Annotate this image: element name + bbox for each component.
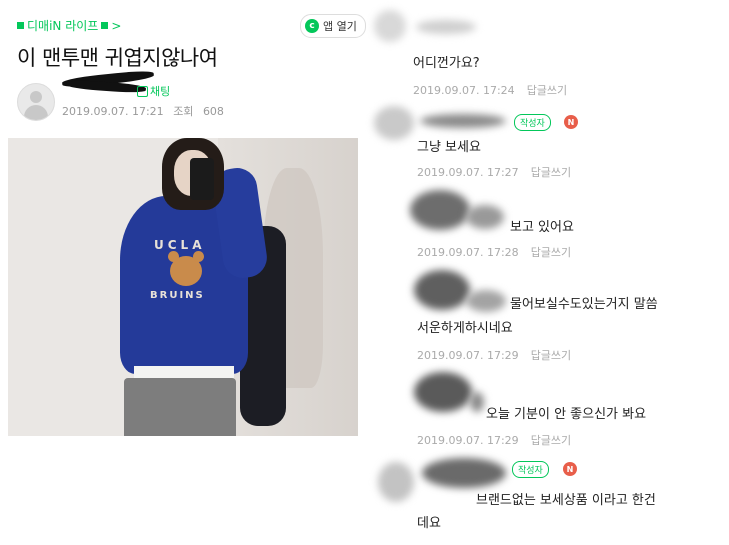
redacted-commenter [414,270,470,310]
comment-text: 오늘 기분이 안 좋으신가 봐요 [486,407,647,422]
comments-panel: 어디껀가요? 2019.09.07. 17:24 답글쓰기 작성자 N 그냥 보세… [370,0,729,545]
reply-button[interactable]: 답글쓰기 [531,166,571,179]
redacted-commenter [410,190,470,230]
redacted-commenter [414,372,472,412]
comment-text: 어디껀가요? [413,56,480,71]
chat-icon [137,85,148,97]
redacted-commenter-name [466,205,504,229]
reply-button[interactable]: 답글쓰기 [531,349,571,362]
reply-button[interactable]: 답글쓰기 [531,434,571,447]
photo-phone [190,158,214,200]
comment-text: 보고 있어요 [510,220,574,235]
comment-text-line2: 서운하게하시네요 [417,321,513,336]
comment-time: 2019.09.07. 17:24 [413,84,515,97]
open-app-label: 앱 열기 [323,20,357,33]
chevron-right-icon: > [111,18,122,33]
redacted-commenter [374,10,406,42]
chat-label: 채팅 [150,85,171,98]
comment-time: 2019.09.07. 17:29 [417,434,519,447]
cafe-board-link[interactable]: 디매iN 라이프 > [17,17,121,34]
comment-time: 2019.09.07. 17:28 [417,246,519,259]
author-avatar[interactable] [17,83,55,121]
comment-meta: 2019.09.07. 17:29 답글쓰기 [417,347,571,363]
redacted-author-name-2 [65,79,147,94]
new-badge: N [563,462,577,476]
cafe-square-icon-2 [101,22,109,29]
redacted-commenter-name [416,20,476,34]
cafe-square-icon [17,22,24,29]
reply-button[interactable]: 답글쓰기 [531,246,571,259]
comment-meta: 2019.09.07. 17:29 답글쓰기 [417,432,571,448]
sweatshirt-print: UCLA BRUINS [150,238,220,314]
comment-time: 2019.09.07. 17:29 [417,349,519,362]
avatar-head [30,91,42,103]
redacted-commenter-name [466,290,506,312]
open-app-button[interactable]: c 앱 열기 [300,14,366,38]
post-photo: UCLA BRUINS [8,138,358,436]
author-badge: 작성자 [514,114,551,131]
redacted-commenter [374,106,414,140]
comment-meta: 2019.09.07. 17:27 답글쓰기 [417,164,571,180]
print-top-text: UCLA [154,238,206,252]
redacted-commenter-name [470,392,484,412]
redacted-commenter-name [422,458,506,488]
post-panel: 디매iN 라이프 > c 앱 열기 이 맨투맨 귀엽지않나여 채팅 2019.0… [0,0,370,545]
comment-text-line1: 물어보실수도있는거지 말씀 [510,297,658,312]
photo-skirt [124,378,236,436]
comment-meta: 2019.09.07. 17:28 답글쓰기 [417,244,571,260]
post-date: 2019.09.07. 17:21 [62,105,164,118]
print-bottom-text: BRUINS [150,290,205,301]
bear-graphic [168,251,204,286]
redacted-commenter-name [420,114,506,128]
author-badge: 작성자 [512,461,549,478]
redacted-commenter [378,462,414,502]
views-count: 608 [202,105,224,118]
post-meta: 2019.09.07. 17:21 조회 608 [62,103,224,119]
comment-text-line1: 브랜드없는 보세상품 이라고 한건 [476,493,656,508]
chat-button[interactable]: 채팅 [137,83,170,99]
comment-text-line2: 데요 [417,516,441,531]
comment-meta: 2019.09.07. 17:24 답글쓰기 [413,82,567,98]
views-label: 조회 [173,105,194,118]
comment-text: 그냥 보세요 [417,140,481,155]
post-title: 이 맨투맨 귀엽지않나여 [17,46,218,70]
avatar-body [24,105,48,120]
new-badge: N [564,115,578,129]
cafe-board-name: 디매iN 라이프 [27,19,99,33]
comment-time: 2019.09.07. 17:27 [417,166,519,179]
reply-button[interactable]: 답글쓰기 [527,84,567,97]
naver-cafe-icon: c [305,19,319,33]
